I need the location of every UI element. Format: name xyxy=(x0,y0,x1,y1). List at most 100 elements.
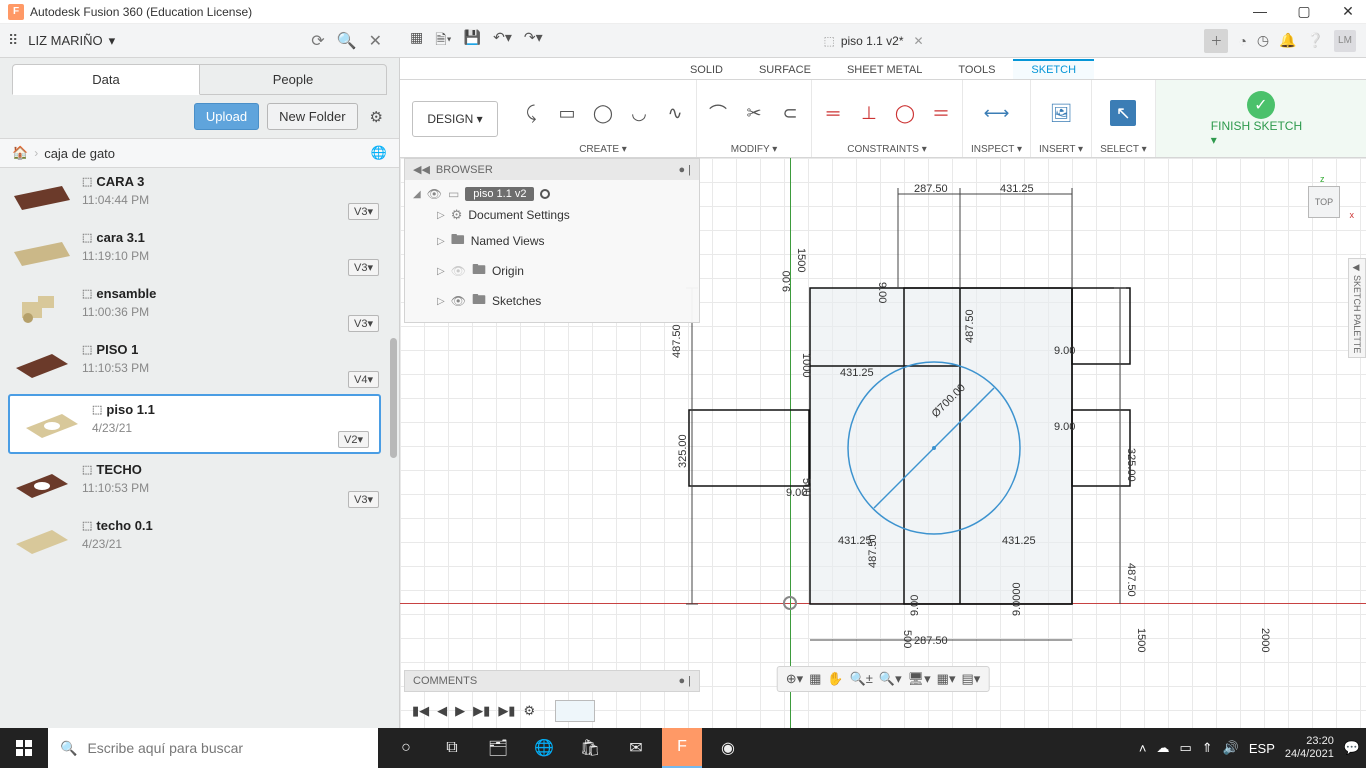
select-tool-icon[interactable]: ↖ xyxy=(1110,100,1136,126)
pan-icon[interactable]: ✋ xyxy=(827,671,843,687)
notifications-icon[interactable]: 🔔 xyxy=(1279,32,1296,49)
finish-sketch-icon[interactable]: ✓ xyxy=(1247,91,1275,119)
comments-bar[interactable]: COMMENTS ● | xyxy=(404,670,700,692)
version-badge[interactable]: V3▾ xyxy=(348,491,379,508)
select-group-label[interactable]: SELECT ▾ xyxy=(1100,144,1147,155)
crumb-folder[interactable]: caja de gato xyxy=(44,146,115,161)
offset-tool-icon[interactable]: ⊂ xyxy=(777,100,803,126)
dim-487-l[interactable]: 487.50 xyxy=(671,324,683,358)
timeline-begin-icon[interactable]: ▮◀ xyxy=(412,703,429,719)
help-icon[interactable]: ❔ xyxy=(1307,32,1324,49)
env-tab-sketch[interactable]: SKETCH xyxy=(1013,59,1094,79)
tree-component-row[interactable]: ◢👁▭ piso 1.1 v2 xyxy=(413,184,691,204)
fusion-taskbar-icon[interactable]: F xyxy=(662,728,702,768)
collapse-browser-icon[interactable]: ◀◀ xyxy=(413,163,430,176)
dim-1000[interactable]: 1000 xyxy=(800,353,812,377)
env-tab-tools[interactable]: TOOLS xyxy=(940,61,1013,79)
window-maximize[interactable]: ▢ xyxy=(1294,3,1314,20)
language-indicator[interactable]: ESP xyxy=(1249,741,1275,756)
tab-data[interactable]: Data xyxy=(12,64,200,95)
dim-487-m[interactable]: 487.50 xyxy=(964,309,976,343)
window-minimize[interactable]: ― xyxy=(1250,3,1270,20)
timeline-end-icon[interactable]: ▶▮ xyxy=(498,703,515,719)
file-item[interactable]: ⬚PISO 1 11:10:53 PM V4▾ xyxy=(0,336,389,392)
team-dropdown[interactable]: LIZ MARIÑO ▾ xyxy=(28,33,115,49)
cortana-icon[interactable]: ○ xyxy=(386,728,426,768)
dim-431-ml[interactable]: 431.25 xyxy=(840,367,874,379)
document-tab[interactable]: ⬚ piso 1.1 v2* ✕ xyxy=(823,34,923,48)
file-item[interactable]: ⬚ensamble 11:00:36 PM V3▾ xyxy=(0,280,389,336)
jobs-icon[interactable]: ◷ xyxy=(1257,32,1269,49)
dim-325-l[interactable]: 325.00 xyxy=(677,434,689,468)
close-tab-icon[interactable]: ✕ xyxy=(914,34,924,48)
dim-top-left[interactable]: 287.50 xyxy=(914,183,948,195)
modify-group-label[interactable]: MODIFY ▾ xyxy=(731,144,778,155)
chrome-icon[interactable]: ◉ xyxy=(708,728,748,768)
dim-9e[interactable]: 9.00 xyxy=(786,487,807,499)
lookat-icon[interactable]: ▦ xyxy=(809,671,821,687)
horizontal-constraint-icon[interactable]: ═ xyxy=(820,100,846,126)
timeline-next-icon[interactable]: ▶▮ xyxy=(473,703,490,719)
perpendicular-constraint-icon[interactable]: ⊥ xyxy=(856,100,882,126)
timeline-feature[interactable] xyxy=(555,700,595,722)
action-center-icon[interactable]: 💬 xyxy=(1344,740,1360,756)
viewport-icon[interactable]: ▤▾ xyxy=(961,671,980,687)
version-badge[interactable]: V2▾ xyxy=(338,431,369,448)
measure-icon[interactable]: ⟷ xyxy=(983,100,1009,126)
constraints-group-label[interactable]: CONSTRAINTS ▾ xyxy=(847,144,926,155)
line-tool-icon[interactable]: ⤹ xyxy=(518,100,544,126)
dim-9d[interactable]: 9.00 xyxy=(1054,421,1075,433)
browser-panel[interactable]: ◀◀ BROWSER ● | ◢👁▭ piso 1.1 v2 ▷⚙Documen… xyxy=(404,158,700,323)
grid-settings-icon[interactable]: ▦▾ xyxy=(937,671,956,687)
settings-icon[interactable]: ⚙ xyxy=(366,108,387,126)
circle-tool-icon[interactable]: ◯ xyxy=(590,100,616,126)
display-icon[interactable]: 🖥▾ xyxy=(908,671,931,687)
windows-start-button[interactable] xyxy=(0,728,48,768)
file-item[interactable]: ⬚TECHO 11:10:53 PM V3▾ xyxy=(0,456,389,512)
version-badge[interactable]: V3▾ xyxy=(348,203,379,220)
redo-icon[interactable]: ↷▾ xyxy=(524,29,543,53)
new-folder-button[interactable]: New Folder xyxy=(267,103,357,130)
workspace-switcher[interactable]: DESIGN ▾ xyxy=(412,101,497,137)
dim-1500r[interactable]: 1500 xyxy=(1135,628,1147,652)
tree-named-views[interactable]: ▷🖿Named Views xyxy=(413,226,691,256)
view-cube[interactable]: TOP x z xyxy=(1302,180,1348,226)
globe-icon[interactable]: 🌐 xyxy=(371,145,387,161)
user-avatar[interactable]: LM xyxy=(1334,30,1356,52)
save-icon[interactable]: 💾 xyxy=(464,29,481,53)
tab-people[interactable]: People xyxy=(200,64,387,95)
store-icon[interactable]: 🛍 xyxy=(570,728,610,768)
scrollbar[interactable] xyxy=(390,338,397,458)
refresh-icon[interactable]: ⟳ xyxy=(311,31,324,51)
edge-icon[interactable]: 🌐 xyxy=(524,728,564,768)
tree-origin[interactable]: ▷👁🖿Origin xyxy=(413,256,691,286)
timeline-play-icon[interactable]: ▶ xyxy=(455,703,465,719)
tree-document-settings[interactable]: ▷⚙Document Settings xyxy=(413,204,691,226)
tray-expand-icon[interactable]: ˄ xyxy=(1139,741,1147,756)
dim-9b[interactable]: 9.00 xyxy=(781,271,793,292)
dim-top-right[interactable]: 431.25 xyxy=(1000,183,1034,195)
fillet-tool-icon[interactable]: ⌒ xyxy=(705,100,731,126)
version-badge[interactable]: V4▾ xyxy=(348,371,379,388)
file-item[interactable]: ⬚CARA 3 11:04:44 PM V3▾ xyxy=(0,168,389,224)
dim-431-br[interactable]: 431.25 xyxy=(1002,535,1036,547)
rectangle-tool-icon[interactable]: ▭ xyxy=(554,100,580,126)
extensions-icon[interactable]: ◔ xyxy=(1238,33,1246,49)
close-panel-icon[interactable]: ✕ xyxy=(369,31,382,51)
browser-options-icon[interactable]: ● | xyxy=(678,164,691,176)
zoom-icon[interactable]: 🔍± xyxy=(850,671,873,687)
file-item[interactable]: ⬚cara 3.1 11:19:10 PM V3▾ xyxy=(0,224,389,280)
comments-options-icon[interactable]: ● | xyxy=(678,675,691,687)
version-badge[interactable]: V3▾ xyxy=(348,315,379,332)
dim-325-r[interactable]: 325.00 xyxy=(1125,448,1137,482)
system-clock[interactable]: 23:20 24/4/2021 xyxy=(1285,735,1334,761)
tree-sketches[interactable]: ▷👁🖿Sketches xyxy=(413,286,691,316)
dim-9f[interactable]: 9.00 xyxy=(909,595,921,616)
volume-icon[interactable]: 🔊 xyxy=(1223,740,1239,756)
insert-group-label[interactable]: INSERT ▾ xyxy=(1039,144,1083,155)
version-badge[interactable]: V3▾ xyxy=(348,259,379,276)
timeline-prev-icon[interactable]: ◀ xyxy=(437,703,447,719)
dim-487-inner[interactable]: 487.50 xyxy=(867,534,879,568)
dim-9a[interactable]: 9.00 xyxy=(876,282,888,303)
env-tab-surface[interactable]: SURFACE xyxy=(741,61,829,79)
